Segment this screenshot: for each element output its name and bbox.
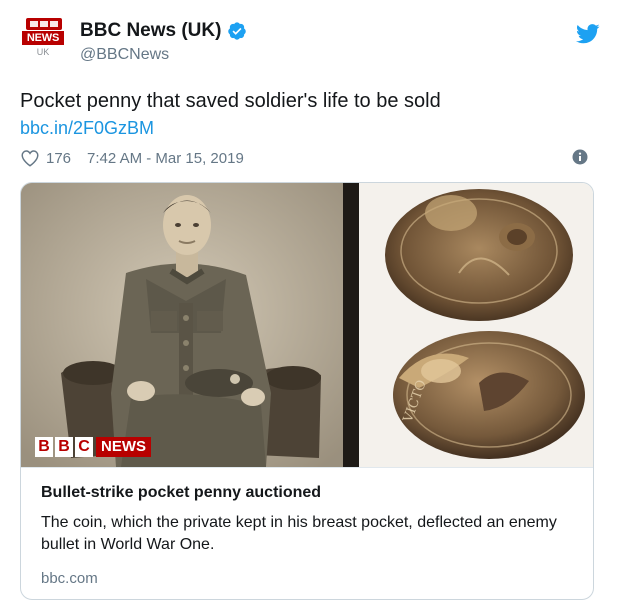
penny-photos: VICTO bbox=[359, 183, 593, 467]
tweet-meta: 176 7:42 AM - Mar 15, 2019 bbox=[20, 147, 600, 169]
info-icon[interactable] bbox=[572, 149, 588, 165]
bbc-blocks: B B C bbox=[35, 437, 93, 457]
tweet-link[interactable]: bbc.in/2F0GzBM bbox=[20, 118, 154, 139]
penny-illustration: VICTO bbox=[385, 189, 585, 459]
avatar[interactable]: NEWS UK bbox=[20, 18, 66, 64]
verified-badge-icon bbox=[228, 22, 247, 40]
bbc-letter: C bbox=[75, 437, 93, 457]
bbc-letter: B bbox=[35, 437, 53, 457]
avatar-news-label: NEWS bbox=[22, 31, 64, 45]
bbc-news-word: NEWS bbox=[96, 437, 151, 457]
bbc-letter: B bbox=[55, 437, 73, 457]
twitter-bird-icon[interactable] bbox=[576, 24, 600, 44]
heart-icon[interactable] bbox=[20, 149, 40, 167]
tweet-text: Pocket penny that saved soldier's life t… bbox=[20, 90, 441, 112]
card-image[interactable]: B B C NEWS VICTO bbox=[21, 183, 593, 467]
timestamp[interactable]: 7:42 AM - Mar 15, 2019 bbox=[87, 150, 244, 167]
photo-divider bbox=[343, 183, 359, 467]
soldier-illustration bbox=[21, 183, 343, 467]
link-card[interactable]: B B C NEWS VICTO Bullet-strike pocket pe… bbox=[20, 182, 594, 600]
tweet-header: NEWS UK BBC News (UK) @BBCNews bbox=[20, 18, 600, 68]
handle[interactable]: @BBCNews bbox=[80, 46, 169, 64]
name-row: BBC News (UK) bbox=[80, 20, 247, 42]
bbc-logo-blocks bbox=[26, 18, 62, 30]
card-title: Bullet-strike pocket penny auctioned bbox=[41, 484, 322, 501]
avatar-region-label: UK bbox=[36, 47, 50, 57]
bbc-news-badge: B B C NEWS bbox=[35, 433, 151, 461]
card-domain: bbc.com bbox=[41, 570, 98, 587]
card-body[interactable]: Bullet-strike pocket penny auctioned The… bbox=[21, 467, 593, 599]
display-name[interactable]: BBC News (UK) bbox=[80, 20, 221, 42]
soldier-photo: B B C NEWS bbox=[21, 183, 343, 467]
card-description: The coin, which the private kept in his … bbox=[41, 514, 557, 553]
like-count: 176 bbox=[46, 149, 72, 167]
